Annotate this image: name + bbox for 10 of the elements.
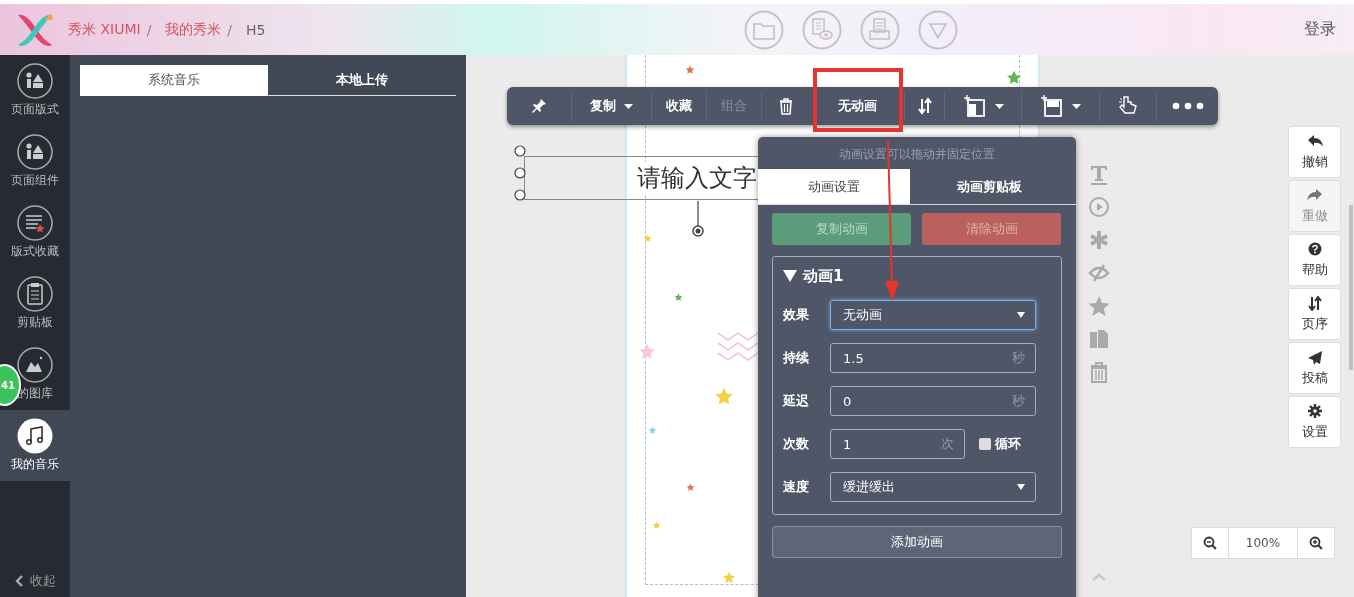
field-label: 持续: [783, 349, 810, 367]
field-label: 速度: [783, 478, 810, 496]
breadcrumb-separator: /: [146, 21, 152, 38]
zoom-level: 100%: [1229, 527, 1297, 559]
checkbox-label: 循环: [995, 435, 1021, 453]
field-label: 次数: [783, 435, 810, 453]
breadcrumb-separator: /: [227, 21, 233, 38]
field-label: 效果: [783, 306, 810, 324]
field-label: 延迟: [783, 392, 810, 410]
breadcrumb-current: H5: [246, 21, 266, 38]
